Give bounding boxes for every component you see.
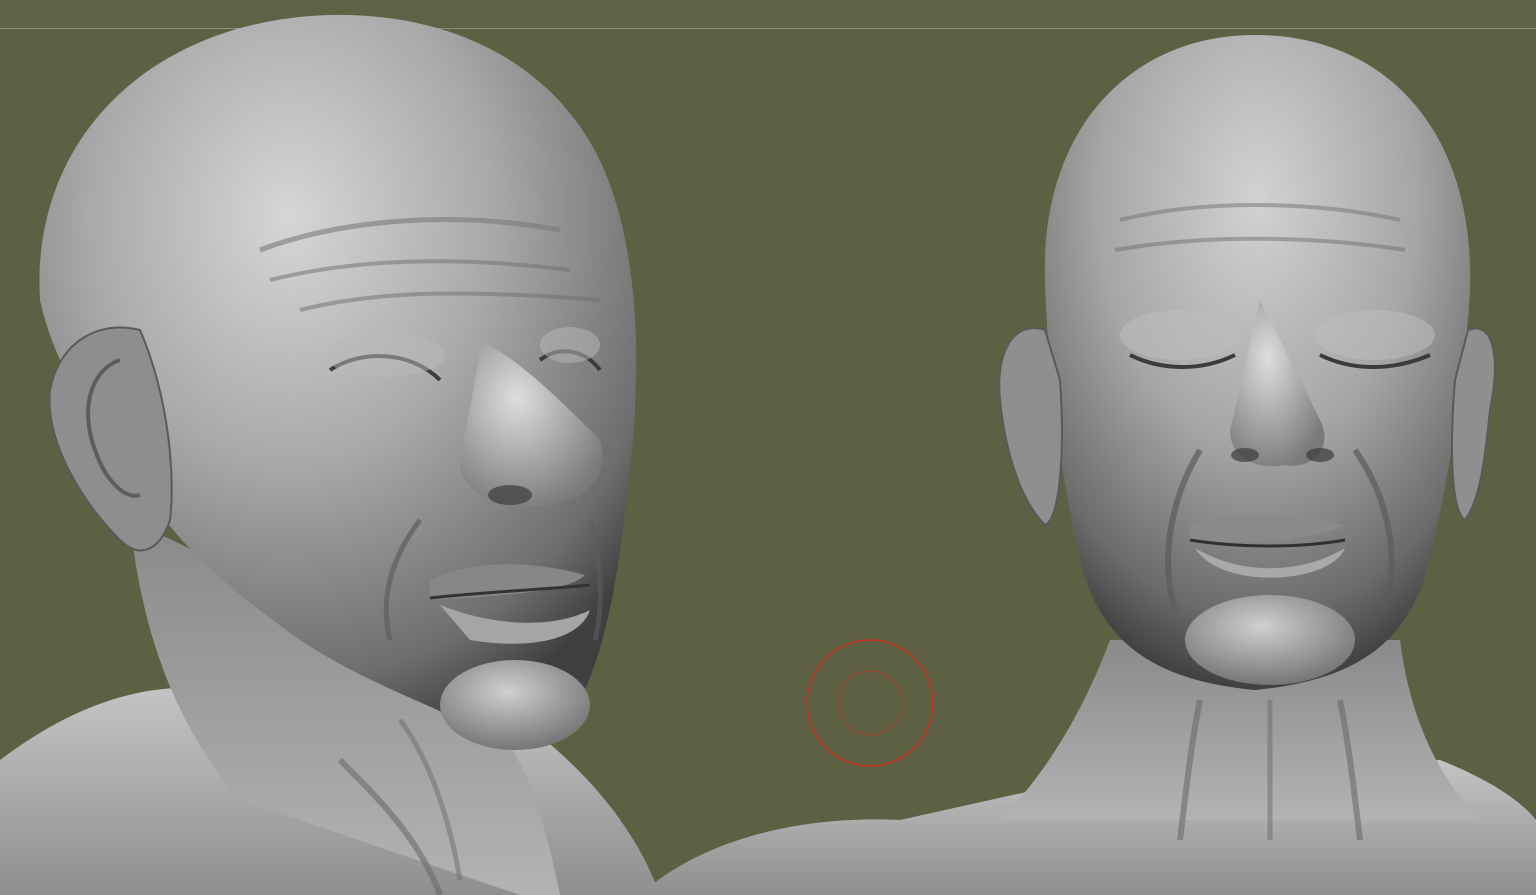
head-model-front[interactable] [640, 35, 1536, 895]
left-model-chin [440, 660, 590, 750]
brush-cursor [806, 639, 934, 767]
head-model-three-quarter[interactable] [0, 14, 660, 895]
brush-inner-ring [837, 670, 903, 736]
brush-outer-ring [806, 639, 934, 767]
3d-viewport[interactable] [0, 0, 1536, 895]
sculpt-canvas[interactable] [0, 0, 1536, 895]
right-model-ear-left [998, 327, 1063, 527]
right-model-chin [1185, 595, 1355, 685]
